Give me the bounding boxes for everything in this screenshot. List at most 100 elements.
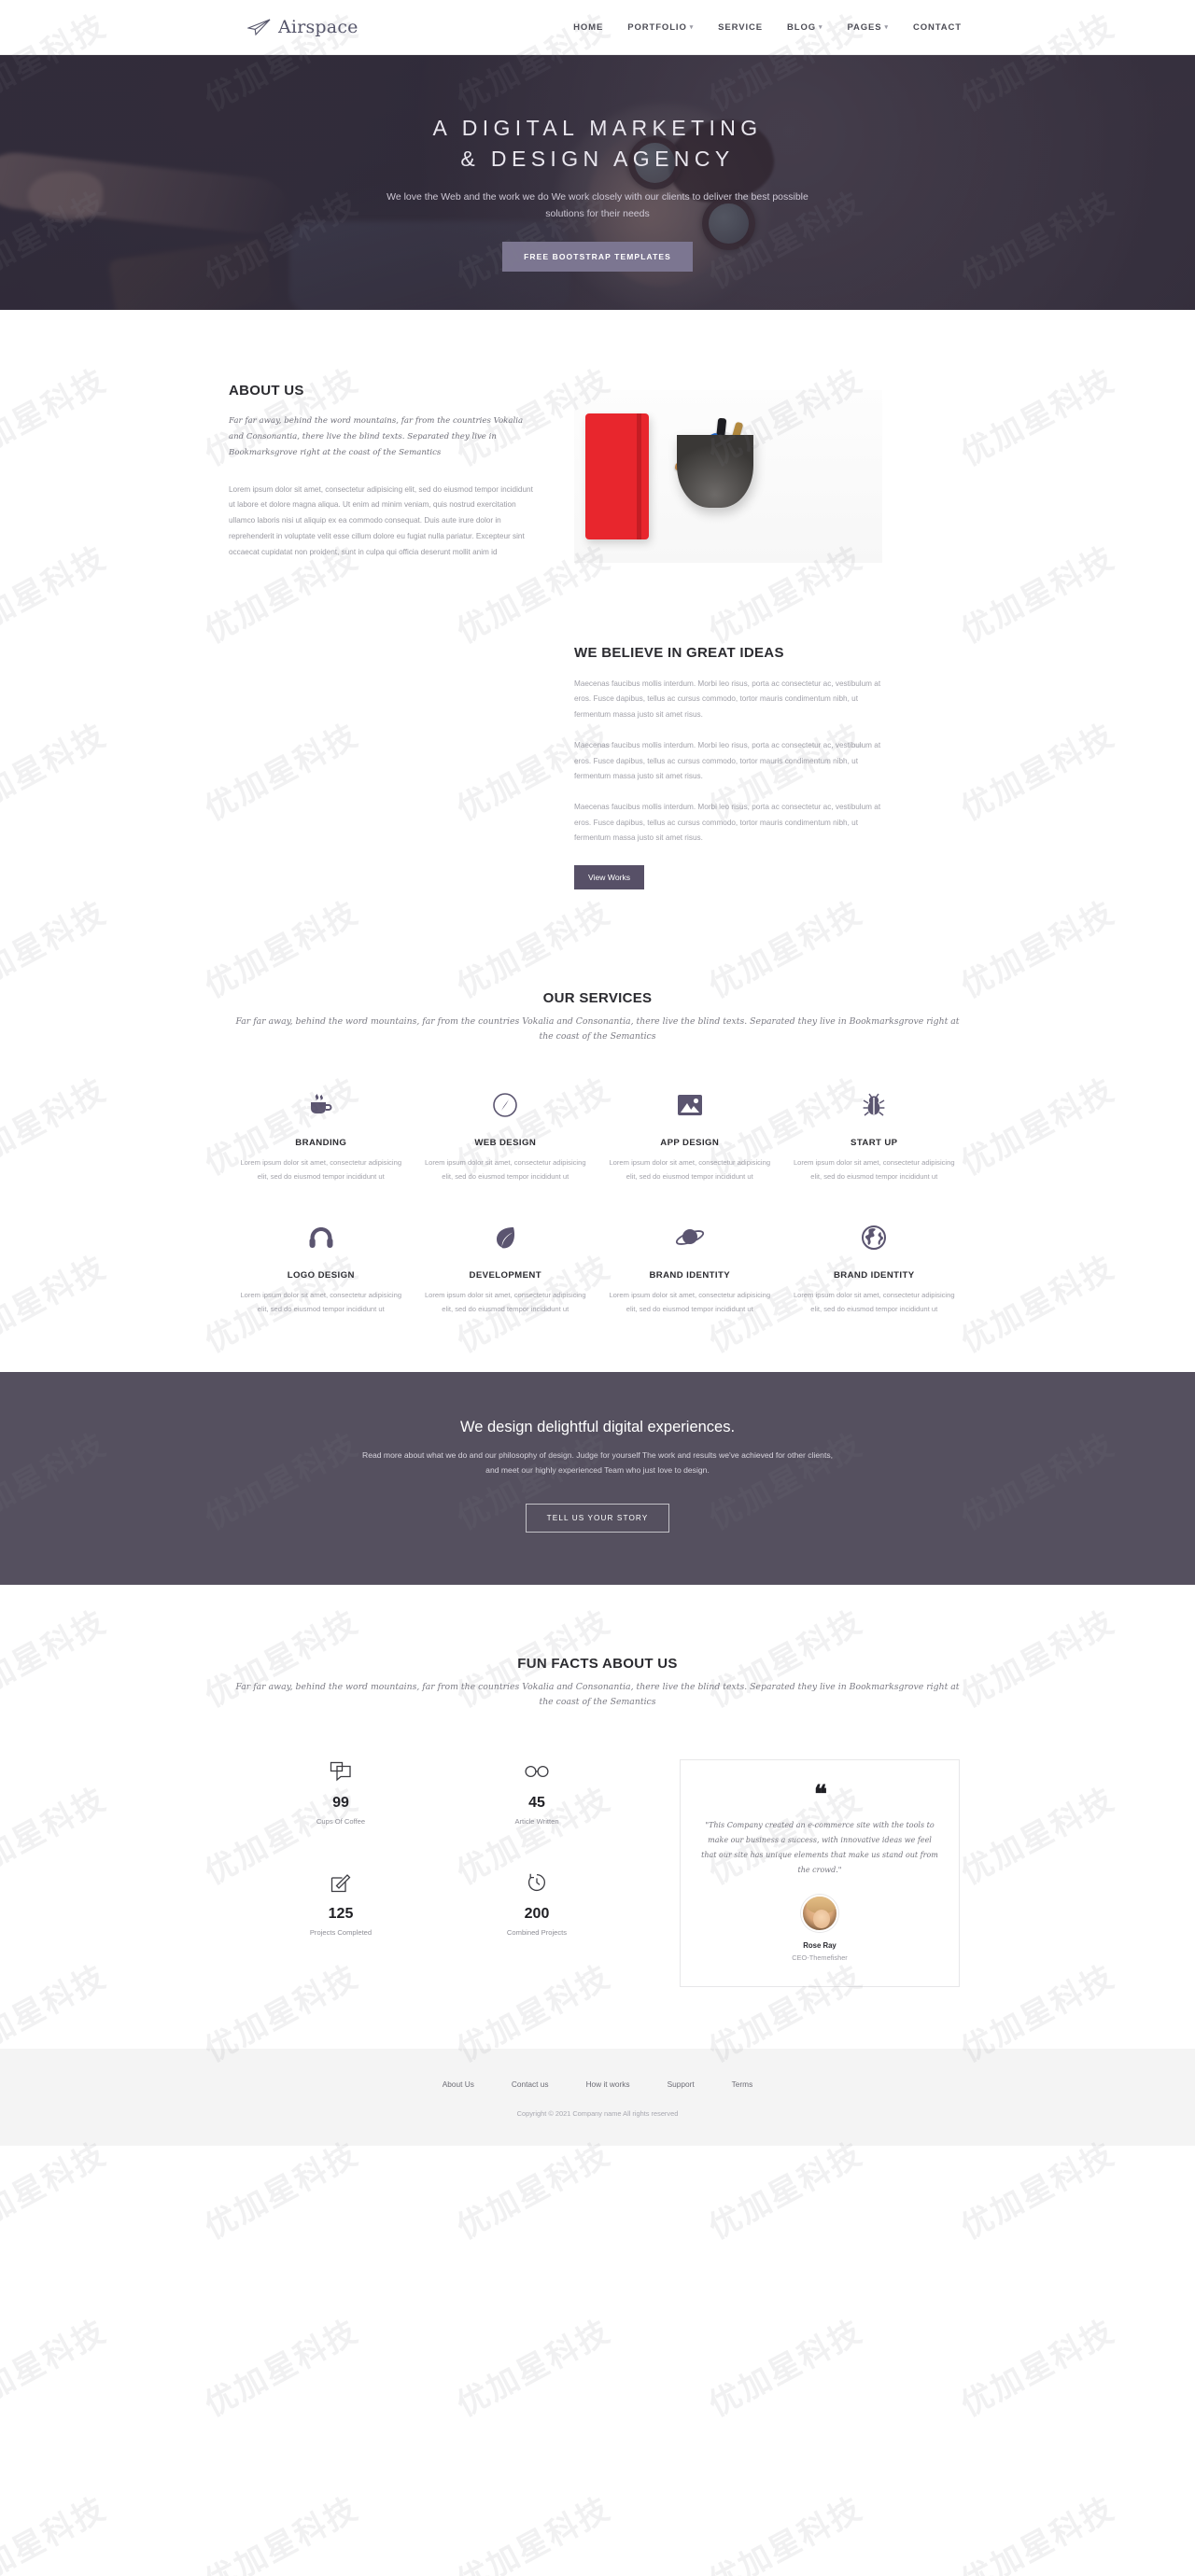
service-desc: Lorem ipsum dolor sit amet, consectetur …: [793, 1158, 955, 1181]
service-name: BRAND IDENTITY: [833, 1269, 915, 1281]
watermark-text: 优加星科技: [702, 2135, 869, 2247]
watermark-text: 优加星科技: [198, 2489, 365, 2576]
cta-subtitle: Read more about what we do and our philo…: [361, 1450, 834, 1476]
service-desc: Lorem ipsum dolor sit amet, consectetur …: [424, 1290, 586, 1313]
nav-item-blog[interactable]: BLOG ▾: [787, 22, 822, 33]
quotation-mark-icon: ❝: [814, 1780, 827, 1809]
nav-label: SERVICE: [718, 21, 763, 33]
planet-icon: [605, 1222, 775, 1253]
nav-item-service[interactable]: SERVICE: [718, 22, 763, 33]
fact-value: 200: [524, 1905, 550, 1922]
fact-label: Combined Projects: [506, 1927, 568, 1937]
testimonial-text: "This Company created an e-commerce site…: [701, 1820, 938, 1874]
compass-icon: [421, 1089, 591, 1121]
service-name: DEVELOPMENT: [469, 1269, 541, 1281]
service-card-brand-identity-2[interactable]: BRAND IDENTITY Lorem ipsum dolor sit ame…: [782, 1222, 967, 1317]
service-desc: Lorem ipsum dolor sit amet, consectetur …: [240, 1158, 402, 1181]
service-card-start-up[interactable]: START UP Lorem ipsum dolor sit amet, con…: [782, 1089, 967, 1184]
footer-link-how-it-works[interactable]: How it works: [586, 2079, 630, 2089]
ideas-paragraph: Maecenas faucibus mollis interdum. Morbi…: [574, 679, 881, 719]
service-name: BRAND IDENTITY: [649, 1269, 731, 1281]
hero-title: A DIGITAL MARKETING & DESIGN AGENCY: [432, 113, 762, 174]
site-footer: About Us Contact us How it works Support…: [0, 2048, 1195, 2146]
cta-band: We design delightful digital experiences…: [0, 1372, 1195, 1586]
stopwatch-icon: [439, 1870, 635, 1895]
service-card-logo-design[interactable]: LOGO DESIGN Lorem ipsum dolor sit amet, …: [229, 1222, 414, 1317]
ideas-paragraph: Maecenas faucibus mollis interdum. Morbi…: [574, 803, 881, 843]
nav-label: PAGES: [847, 21, 882, 33]
hero-title-line1: A DIGITAL MARKETING: [432, 116, 763, 140]
services-grid: BRANDING Lorem ipsum dolor sit amet, con…: [229, 1089, 966, 1316]
fact-label: Article Written: [514, 1816, 559, 1826]
fact-projects-completed: 125 Projects Completed: [243, 1870, 439, 1937]
watermark-text: 优加星科技: [450, 2312, 617, 2425]
chevron-down-icon: ▾: [689, 23, 695, 31]
watermark-text: 优加星科技: [702, 2312, 869, 2425]
services-section: OUR SERVICES Far far away, behind the wo…: [0, 889, 1195, 1373]
fact-combined-projects: 200 Combined Projects: [439, 1870, 635, 1937]
globe-icon: [790, 1222, 960, 1253]
glasses-icon: [439, 1759, 635, 1784]
about-section: ABOUT US Far far away, behind the word m…: [0, 310, 1195, 563]
brand-name: Airspace: [278, 17, 358, 37]
service-desc: Lorem ipsum dolor sit amet, consectetur …: [609, 1158, 771, 1181]
service-name: START UP: [851, 1138, 898, 1149]
services-title: OUR SERVICES: [542, 989, 653, 1006]
ideas-title: WE BELIEVE IN GREAT IDEAS: [574, 645, 784, 661]
hero-subtitle: We love the Web and the work we do We wo…: [387, 191, 808, 219]
watermark-text: 优加星科技: [450, 2489, 617, 2576]
great-ideas-section: WE BELIEVE IN GREAT IDEAS Maecenas fauci…: [0, 563, 1195, 889]
service-card-web-design[interactable]: WEB DESIGN Lorem ipsum dolor sit amet, c…: [414, 1089, 598, 1184]
nav-item-contact[interactable]: CONTACT: [913, 22, 962, 33]
service-desc: Lorem ipsum dolor sit amet, consectetur …: [240, 1290, 402, 1313]
facts-title: FUN FACTS ABOUT US: [517, 1656, 678, 1673]
brand-logo[interactable]: Airspace: [247, 17, 358, 37]
watermark-text: 优加星科技: [0, 2312, 113, 2425]
main-nav: HOME PORTFOLIO ▾ SERVICE BLOG ▾ PAGES ▾ CON…: [573, 22, 962, 33]
footer-link-support[interactable]: Support: [668, 2079, 695, 2089]
service-card-development[interactable]: DEVELOPMENT Lorem ipsum dolor sit amet, …: [414, 1222, 598, 1317]
nav-label: CONTACT: [912, 21, 962, 33]
paper-plane-icon: [247, 18, 272, 36]
footer-link-about-us[interactable]: About Us: [443, 2079, 474, 2089]
services-lead: Far far away, behind the word mountains,…: [235, 1015, 960, 1042]
service-card-brand-identity-1[interactable]: BRAND IDENTITY Lorem ipsum dolor sit ame…: [598, 1222, 782, 1317]
fact-value: 99: [332, 1794, 349, 1811]
cta-title: We design delightful digital experiences…: [459, 1419, 736, 1436]
service-card-branding[interactable]: BRANDING Lorem ipsum dolor sit amet, con…: [229, 1089, 414, 1184]
watermark-text: 优加星科技: [954, 2489, 1121, 2576]
nav-item-portfolio[interactable]: PORTFOLIO ▾: [627, 22, 694, 33]
footer-link-terms[interactable]: Terms: [732, 2079, 753, 2089]
service-desc: Lorem ipsum dolor sit amet, consectetur …: [424, 1158, 586, 1181]
tell-us-your-story-button[interactable]: TELL US YOUR STORY: [525, 1504, 670, 1533]
fact-article-written: 45 Article Written: [439, 1759, 635, 1826]
facts-grid: 99 Cups Of Coffee 45 Article Written 125…: [243, 1759, 635, 1937]
about-body: Lorem ipsum dolor sit amet, consectetur …: [229, 484, 533, 556]
testimonial-card: ❝ "This Company created an e-commerce si…: [680, 1758, 960, 1987]
testimonial-role: CEO-Themefisher: [792, 1953, 848, 1962]
nav-item-pages[interactable]: PAGES ▾: [847, 22, 888, 33]
service-card-app-design[interactable]: APP DESIGN Lorem ipsum dolor sit amet, c…: [598, 1089, 782, 1184]
ideas-paragraph: Maecenas faucibus mollis interdum. Morbi…: [574, 741, 881, 781]
red-notebook: [585, 413, 649, 539]
fact-cups-of-coffee: 99 Cups Of Coffee: [243, 1759, 439, 1826]
footer-link-contact-us[interactable]: Contact us: [512, 2079, 549, 2089]
nav-label: PORTFOLIO: [627, 21, 687, 33]
watermark-text: 优加星科技: [954, 2135, 1121, 2247]
fact-value: 45: [528, 1794, 545, 1811]
nav-item-home[interactable]: HOME: [573, 22, 603, 33]
chevron-down-icon: ▾: [884, 23, 889, 31]
nav-label: BLOG: [787, 21, 817, 33]
service-name: LOGO DESIGN: [287, 1269, 355, 1281]
free-bootstrap-templates-button[interactable]: FREE BOOTSTRAP TEMPLATES: [502, 241, 693, 272]
chat-bubbles-icon: [243, 1759, 439, 1784]
watermark-text: 优加星科技: [198, 2312, 365, 2425]
avatar: [801, 1894, 838, 1932]
watermark-text: 优加星科技: [198, 2135, 365, 2247]
view-works-button[interactable]: View Works: [574, 864, 645, 889]
leaf-icon: [421, 1222, 591, 1253]
fact-label: Projects Completed: [309, 1927, 373, 1937]
chevron-down-icon: ▾: [819, 23, 823, 31]
watermark-text: 优加星科技: [954, 2312, 1121, 2425]
image-icon: [605, 1089, 775, 1121]
